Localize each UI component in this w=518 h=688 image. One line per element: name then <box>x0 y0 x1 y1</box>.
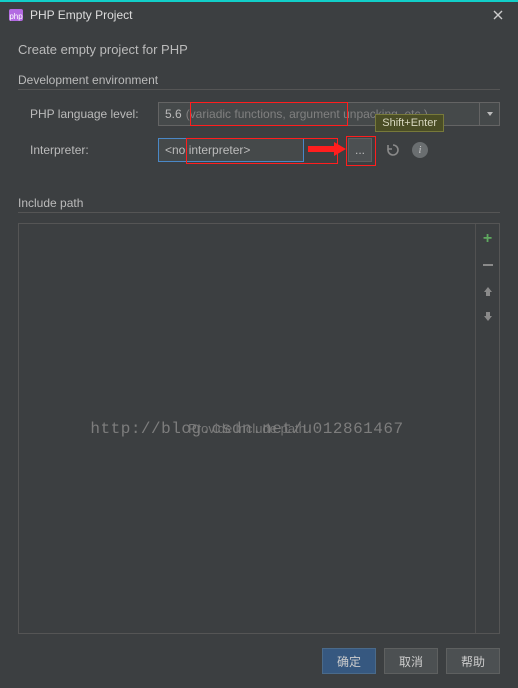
window-title: PHP Empty Project <box>30 8 132 22</box>
dialog-button-bar: 确定 取消 帮助 <box>18 634 500 674</box>
php-level-value: 5.6 <box>165 107 182 121</box>
annotation-arrow <box>304 140 348 161</box>
help-button[interactable]: 帮助 <box>446 648 500 674</box>
shortcut-tooltip: Shift+Enter <box>375 114 444 132</box>
include-path-list[interactable]: Provide include path http://blog.csdn.ne… <box>19 224 475 633</box>
move-up-button[interactable] <box>479 282 497 300</box>
php-level-caret[interactable] <box>480 102 500 126</box>
include-path-title: Include path <box>18 196 500 210</box>
window-close-button[interactable] <box>486 5 510 25</box>
separator <box>18 212 500 213</box>
ok-button[interactable]: 确定 <box>322 648 376 674</box>
dev-env-group-title: Development environment <box>18 73 500 87</box>
interpreter-label: Interpreter: <box>18 143 158 157</box>
title-bar: php PHP Empty Project <box>0 0 518 28</box>
include-path-body: Provide include path http://blog.csdn.ne… <box>18 223 500 634</box>
svg-text:php: php <box>9 12 23 21</box>
interpreter-browse-button[interactable]: ... <box>348 138 372 162</box>
interpreter-combo[interactable]: <no interpreter> <box>158 138 304 162</box>
dialog-body: Create empty project for PHP Development… <box>0 28 518 688</box>
remove-path-button[interactable] <box>479 256 497 274</box>
watermark-text: http://blog.csdn.net/u012861467 <box>90 420 403 438</box>
interpreter-value: <no interpreter> <box>165 143 250 157</box>
info-char: i <box>419 145 422 156</box>
include-path-toolbar: + <box>475 224 499 633</box>
include-section: Include path Provide include path http:/… <box>18 196 500 634</box>
instruction-text: Create empty project for PHP <box>18 42 500 57</box>
app-icon: php <box>8 7 24 23</box>
separator <box>18 89 500 90</box>
cancel-button[interactable]: 取消 <box>384 648 438 674</box>
interpreter-row: Interpreter: <no interpreter> ... i Shif… <box>18 138 500 162</box>
move-down-button[interactable] <box>479 308 497 326</box>
add-path-button[interactable]: + <box>479 230 497 248</box>
ellipsis-label: ... <box>355 143 365 157</box>
reload-icon[interactable] <box>382 139 404 161</box>
php-level-label: PHP language level: <box>18 107 158 121</box>
info-icon[interactable]: i <box>412 142 428 158</box>
